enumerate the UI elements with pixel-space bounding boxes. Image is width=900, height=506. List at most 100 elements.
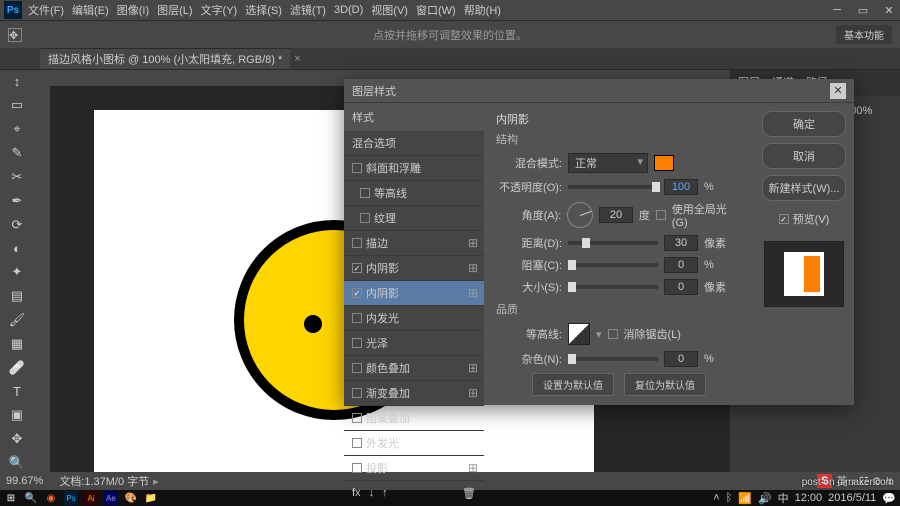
clock-time[interactable]: 12:00 bbox=[795, 492, 823, 504]
start-button[interactable]: ⊞ bbox=[4, 491, 18, 505]
tool-shape[interactable]: ▣ bbox=[7, 407, 27, 423]
contour-picker[interactable] bbox=[568, 323, 590, 345]
preview-label: 预览(V) bbox=[793, 211, 830, 227]
task-app-icon[interactable]: 🎨 bbox=[124, 491, 138, 505]
style-innershadow-1[interactable]: 内阴影⊞ bbox=[344, 256, 484, 281]
style-innerglow[interactable]: 内发光 bbox=[344, 306, 484, 331]
size-label: 大小(S): bbox=[496, 279, 562, 295]
tool-brush[interactable]: ◐ bbox=[7, 241, 27, 256]
style-satin[interactable]: 光泽 bbox=[344, 331, 484, 356]
style-outerglow[interactable]: 外发光 bbox=[344, 431, 484, 456]
menu-filter[interactable]: 滤镜(T) bbox=[290, 2, 326, 18]
style-innershadow-2[interactable]: 内阴影⊞ bbox=[344, 281, 484, 306]
tool-path[interactable]: T bbox=[7, 384, 27, 399]
tool-palette: ↕ ▭ ⌖ ✎ ✂ ✒ ⟳ ◐ ✦ ▤ 🖌 ▦ 🩹 T ▣ ✥ 🔍 bbox=[0, 70, 34, 490]
menu-window[interactable]: 窗口(W) bbox=[416, 2, 456, 18]
task-chrome-icon[interactable]: ◉ bbox=[44, 491, 58, 505]
tool-hand[interactable]: ✥ bbox=[7, 431, 27, 447]
tray-up-icon[interactable]: ˄ bbox=[713, 492, 719, 504]
tool-marquee[interactable]: ▭ bbox=[7, 97, 27, 113]
tray-vol-icon[interactable]: 🔊 bbox=[758, 492, 772, 505]
menu-edit[interactable]: 编辑(E) bbox=[72, 2, 109, 18]
tool-gradient[interactable]: 🖌 bbox=[7, 312, 27, 328]
tab-close-icon[interactable]: × bbox=[294, 53, 300, 65]
new-style-button[interactable]: 新建样式(W)... bbox=[762, 175, 846, 201]
blend-mode-select[interactable]: 正常 bbox=[568, 153, 648, 173]
task-explorer-icon[interactable]: 📁 bbox=[144, 491, 158, 505]
tool-move[interactable]: ↕ bbox=[7, 74, 27, 89]
menu-layer[interactable]: 图层(L) bbox=[157, 2, 192, 18]
arrow-down-icon[interactable]: ↓ bbox=[369, 487, 375, 500]
task-ps-icon[interactable]: Ps bbox=[64, 491, 78, 505]
cancel-button[interactable]: 取消 bbox=[762, 143, 846, 169]
tool-zoom[interactable]: 🔍 bbox=[7, 455, 27, 471]
menu-file[interactable]: 文件(F) bbox=[28, 2, 64, 18]
opacity-slider[interactable] bbox=[568, 185, 658, 189]
choke-label: 阻塞(C): bbox=[496, 257, 562, 273]
close-button[interactable]: ✕ bbox=[882, 4, 896, 17]
notifications-icon[interactable]: 💬 bbox=[882, 492, 896, 505]
restore-button[interactable]: ▭ bbox=[856, 4, 870, 17]
menu-view[interactable]: 视图(V) bbox=[371, 2, 408, 18]
menu-help[interactable]: 帮助(H) bbox=[464, 2, 501, 18]
angle-input[interactable]: 20 bbox=[599, 207, 633, 223]
angle-dial[interactable] bbox=[567, 202, 593, 228]
style-coloroverlay[interactable]: 颜色叠加⊞ bbox=[344, 356, 484, 381]
shadow-color-swatch[interactable] bbox=[654, 155, 674, 171]
menu-3d[interactable]: 3D(D) bbox=[334, 4, 363, 16]
chevron-right-icon[interactable]: ▸ bbox=[153, 475, 159, 488]
tool-eyedropper[interactable]: ✒ bbox=[7, 193, 27, 209]
menu-select[interactable]: 选择(S) bbox=[245, 2, 282, 18]
tool-pen[interactable]: ▦ bbox=[7, 336, 27, 352]
size-slider[interactable] bbox=[568, 285, 658, 289]
style-patternoverlay[interactable]: 图案叠加 bbox=[344, 406, 484, 431]
trash-icon[interactable]: 🗑 bbox=[462, 487, 476, 500]
workspace-switcher[interactable]: 基本功能 bbox=[836, 25, 892, 44]
dialog-close-button[interactable]: ✕ bbox=[830, 83, 846, 99]
document-tab-active[interactable]: 描边风格小图标 @ 100% (小太阳填充, RGB/8) * bbox=[40, 48, 290, 69]
ok-button[interactable]: 确定 bbox=[762, 111, 846, 137]
noise-slider[interactable] bbox=[568, 357, 658, 361]
tool-type[interactable]: 🩹 bbox=[7, 360, 27, 376]
fx-icon[interactable]: fx bbox=[352, 487, 361, 500]
search-icon[interactable]: 🔍 bbox=[24, 491, 38, 505]
dialog-title: 图层样式 bbox=[352, 83, 396, 99]
tool-eraser[interactable]: ▤ bbox=[7, 288, 27, 304]
choke-input[interactable]: 0 bbox=[664, 257, 698, 273]
global-light-checkbox[interactable] bbox=[656, 210, 666, 220]
task-ae-icon[interactable]: Ae bbox=[104, 491, 118, 505]
zoom-level[interactable]: 99.67% bbox=[6, 475, 43, 487]
tool-lasso[interactable]: ⌖ bbox=[7, 121, 27, 137]
menu-type[interactable]: 文字(Y) bbox=[201, 2, 238, 18]
clock-date[interactable]: 2016/5/11 bbox=[828, 492, 876, 504]
style-dropshadow[interactable]: 投影⊞ bbox=[344, 456, 484, 481]
antialias-checkbox[interactable] bbox=[608, 329, 618, 339]
blending-options[interactable]: 混合选项 bbox=[344, 131, 484, 156]
distance-input[interactable]: 30 bbox=[664, 235, 698, 251]
choke-slider[interactable] bbox=[568, 263, 658, 267]
arrow-up-icon[interactable]: ↑ bbox=[382, 487, 388, 500]
style-gradientoverlay[interactable]: 渐变叠加⊞ bbox=[344, 381, 484, 406]
style-texture[interactable]: 纹理 bbox=[344, 206, 484, 231]
distance-slider[interactable] bbox=[568, 241, 658, 245]
tool-wand[interactable]: ✎ bbox=[7, 145, 27, 161]
preview-checkbox[interactable] bbox=[779, 214, 789, 224]
size-input[interactable]: 0 bbox=[664, 279, 698, 295]
document-tabs: 描边风格小图标 @ 100% (小太阳填充, RGB/8) * × bbox=[0, 48, 900, 70]
opacity-input[interactable]: 100 bbox=[664, 179, 698, 195]
make-default-button[interactable]: 设置为默认值 bbox=[532, 373, 614, 396]
style-contour[interactable]: 等高线 bbox=[344, 181, 484, 206]
minimize-button[interactable]: ─ bbox=[830, 4, 844, 17]
task-ai-icon[interactable]: Ai bbox=[84, 491, 98, 505]
reset-default-button[interactable]: 复位为默认值 bbox=[624, 373, 706, 396]
menu-image[interactable]: 图像(I) bbox=[117, 2, 149, 18]
tray-bt-icon[interactable]: ᛒ bbox=[726, 492, 733, 504]
tool-heal[interactable]: ⟳ bbox=[7, 217, 27, 233]
tool-crop[interactable]: ✂ bbox=[7, 169, 27, 185]
style-bevel[interactable]: 斜面和浮雕 bbox=[344, 156, 484, 181]
noise-input[interactable]: 0 bbox=[664, 351, 698, 367]
tray-wifi-icon[interactable]: 📶 bbox=[738, 492, 752, 505]
tool-stamp[interactable]: ✦ bbox=[7, 264, 27, 280]
style-stroke[interactable]: 描边⊞ bbox=[344, 231, 484, 256]
tray-lang-icon[interactable]: 中 bbox=[778, 490, 789, 506]
